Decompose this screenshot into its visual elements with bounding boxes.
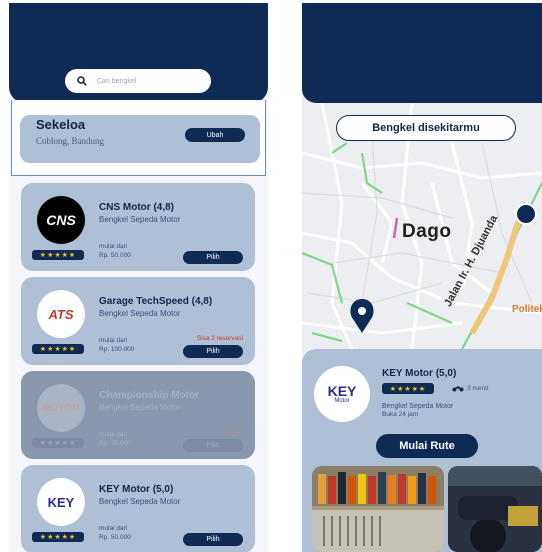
workshop-name: Garage TechSpeed (4,8) (99, 296, 213, 307)
search-input[interactable]: Cari bengkel (65, 69, 211, 93)
workshop-name: KEY Motor (5,0) (382, 368, 457, 379)
workshop-type: Bengkel Sepeda Motor (382, 403, 454, 410)
map-poi-label: Politek (512, 304, 542, 315)
workshop-name: Championship Motor (99, 390, 199, 401)
start-route-button[interactable]: Mulai Rute (376, 434, 478, 458)
search-icon (77, 76, 87, 86)
nearby-label: Bengkel disekitarmu (336, 115, 516, 141)
location-name: Sekeloa (36, 117, 86, 132)
location-area: Coblong, Bandung (36, 136, 105, 146)
workshop-detail-sheet: KEY Motor KEY Motor (5,0) ★★★★★ 3 menit … (302, 349, 542, 552)
price-from-label: mulai dari (99, 337, 128, 344)
logo-text: ATS (48, 306, 74, 322)
photo-image (448, 466, 542, 552)
workshop-card[interactable]: ATS Garage TechSpeed (4,8) Bengkel Seped… (21, 277, 255, 365)
price-from-label: mulai dari (99, 525, 128, 532)
map-area-label: Dago (402, 221, 452, 242)
travel-time-text: 3 menit (467, 384, 489, 392)
select-button[interactable]: Pilih (183, 251, 243, 264)
logo-text: KEY (327, 383, 357, 399)
workshop-photo-1[interactable] (312, 466, 444, 552)
select-button[interactable]: Pilih (183, 345, 243, 358)
rating-stars: ★★★★★ (382, 383, 434, 394)
map-screen: Dago Jalan Ir. H. Djuanda Politek Bengke… (302, 3, 542, 552)
price-value: Rp. 70.000 (99, 440, 131, 447)
workshop-card[interactable]: KEY KEY Motor (5,0) Bengkel Sepeda Motor… (21, 465, 255, 552)
search-placeholder: Cari bengkel (97, 77, 137, 85)
user-location-marker (515, 203, 537, 225)
logo-text: KEY (47, 494, 75, 510)
workshop-type: Bengkel Sepeda Motor (99, 309, 181, 318)
travel-time: 3 menit (452, 384, 488, 392)
logo-mark: KEY Motor (328, 384, 357, 404)
price-value: Rp. 100.000 (99, 346, 135, 353)
rating-stars: ★★★★★ (32, 532, 84, 542)
workshop-name: CNS Motor (4,8) (99, 202, 174, 213)
workshop-type: Bengkel Sepeda Motor (99, 497, 181, 506)
key-motor-logo: KEY (37, 478, 85, 526)
closed-remark: Tutup (226, 429, 243, 436)
availability-remark: Sisa 2 reservasi (196, 335, 243, 342)
workshop-photo-2[interactable] (448, 466, 542, 552)
select-button-disabled: Pilih (183, 439, 243, 452)
garage-techspeed-logo: ATS (37, 290, 85, 338)
price-value: Rp. 50.000 (99, 252, 131, 259)
workshop-name: KEY Motor (5,0) (99, 484, 174, 495)
workshop-card-disabled: MOTOR Championship Motor Bengkel Sepeda … (21, 371, 255, 459)
workshop-type: Bengkel Sepeda Motor (99, 403, 181, 412)
key-motor-logo: KEY Motor (314, 366, 370, 422)
price-from-label: mulai dari (99, 431, 128, 438)
opening-hours: Buka 24 jam (382, 411, 419, 418)
motorcycle-icon (452, 386, 464, 392)
price-value: Rp. 50.000 (99, 534, 131, 541)
rating-stars: ★★★★★ (32, 344, 84, 354)
select-button[interactable]: Pilih (183, 533, 243, 546)
price-from-label: mulai dari (99, 243, 128, 250)
logo-text: CNS (46, 212, 76, 228)
championship-logo: MOTOR (37, 384, 85, 432)
location-card: Sekeloa Coblong, Bandung Ubah (11, 100, 266, 176)
workshop-type: Bengkel Sepeda Motor (99, 215, 181, 224)
workshop-list-screen: Cari bengkel Sekeloa Coblong, Bandung Ub… (9, 3, 268, 552)
rating-stars: ★★★★★ (32, 438, 84, 448)
photo-image (312, 466, 444, 552)
logo-text: MOTOR (42, 402, 80, 414)
change-location-button[interactable]: Ubah (185, 128, 245, 142)
workshop-card[interactable]: CNS CNS Motor (4,8) Bengkel Sepeda Motor… (21, 183, 255, 271)
rating-stars: ★★★★★ (32, 250, 84, 260)
cns-logo: CNS (37, 196, 85, 244)
map-header (302, 3, 542, 103)
